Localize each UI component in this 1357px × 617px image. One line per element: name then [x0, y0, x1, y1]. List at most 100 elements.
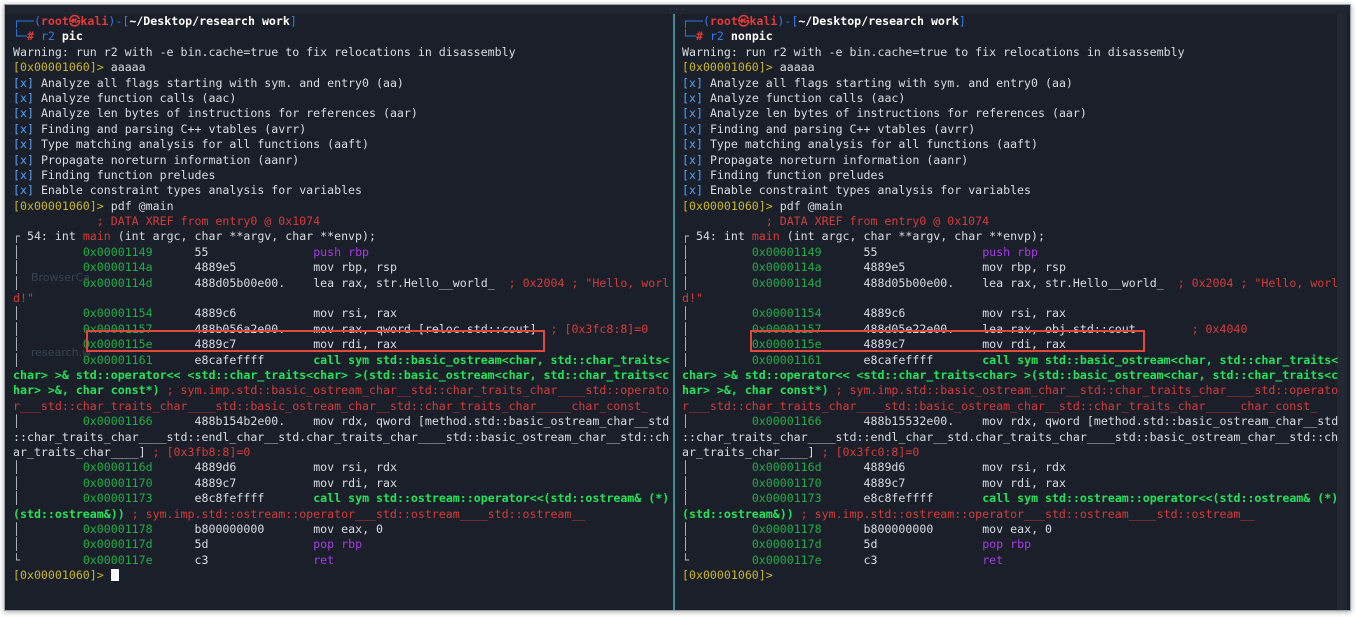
analysis-text: Analyze function calls (aac): [40, 90, 237, 105]
asm-line: │ 0x00001173 e8c8feffff call sym std::os…: [682, 491, 1342, 506]
analysis-line: [x] Analyze all flags starting with sym.…: [13, 76, 673, 91]
bracket: [: [682, 137, 689, 152]
prompt-frame: )-[: [108, 14, 130, 28]
analysis-line: [x] Analyze function calls (aac): [682, 91, 1342, 106]
r2-prompt: [0x00001060]>: [13, 198, 104, 213]
asm-address: 0x00001178: [751, 521, 822, 536]
analysis-text: Enable constraint types analysis for var…: [709, 183, 1032, 198]
right-terminal-pane[interactable]: ┌──(root㉿kali)-[~/Desktop/research work]…: [678, 14, 1342, 610]
pane-divider[interactable]: [673, 14, 675, 610]
call-symbol-wrap: char> >& std::operator<< <std::char_trai…: [13, 367, 670, 382]
warning-line: Warning: run r2 with -e bin.cache=true t…: [13, 45, 673, 60]
warning-line: Warning: run r2 with -e bin.cache=true t…: [682, 45, 1342, 60]
frame-border: │: [13, 537, 20, 552]
asm-bytes: 4889c6: [194, 306, 237, 321]
bracket: ]: [26, 183, 41, 198]
asm-wrap-text: ar_traits_char____]: [13, 444, 146, 459]
bracket: ]: [26, 137, 41, 152]
asm-address: 0x00001154: [82, 306, 153, 321]
asm-address: 0x00001154: [751, 306, 822, 321]
asm-instruction: mov rsi, rax: [982, 306, 1066, 321]
analysis-line: [x] Propagate noreturn information (aanr…: [682, 153, 1342, 168]
command-arg: nonpic: [730, 29, 773, 44]
asm-bytes: 4889c7: [194, 475, 237, 490]
shell-command: └─# r2 pic: [13, 29, 673, 44]
frame-border: │: [682, 260, 689, 275]
asm-line: │ 0x0000117d 5d pop rbp: [13, 537, 673, 552]
check-mark: x: [19, 152, 27, 167]
bracket: [: [13, 90, 20, 105]
call-symbol-wrap: har> >&, char const*): [13, 383, 160, 398]
frame-border: │: [13, 460, 20, 475]
asm-instruction: mov rdi, rax: [313, 475, 397, 490]
asm-instruction: mov rdx, qword [method.std::basic_ostrea…: [982, 414, 1339, 429]
asm-bytes: 488d05b00e00.: [194, 275, 286, 290]
analysis-line: [x] Analyze function calls (aac): [13, 91, 673, 106]
asm-comment: ; [0x3fc0:8]=0: [814, 444, 920, 459]
frame-border: │: [682, 306, 689, 321]
bracket: [: [682, 183, 689, 198]
analysis-text: Enable constraint types analysis for var…: [40, 183, 363, 198]
analysis-text: Analyze len bytes of instructions for re…: [709, 106, 1087, 121]
title-bar: ···: [5, 5, 1350, 14]
r2-command-text: pdf @main: [772, 198, 843, 213]
frame-border: │: [682, 491, 689, 506]
frame-border: │: [682, 537, 689, 552]
asm-comment-wrap: d!": [682, 291, 1342, 306]
frame-border: │: [13, 275, 20, 290]
prompt-frame: ]: [289, 14, 297, 28]
bracket: [: [682, 90, 689, 105]
analysis-text: Finding and parsing C++ vtables (avrr): [40, 121, 307, 136]
bracket: ]: [26, 121, 41, 136]
final-prompt: [0x00001060]>: [682, 568, 1342, 583]
bracket: ]: [695, 167, 710, 182]
register: rbp: [1017, 244, 1039, 259]
asm-comment-wrap-text: d!": [13, 291, 34, 306]
asm-bytes: 4889e5: [194, 260, 237, 275]
bracket: ]: [695, 106, 710, 121]
call-wrap: r___std::char_traits_char____std::basic_…: [13, 399, 673, 414]
asm-bytes: b800000000: [863, 521, 934, 536]
asm-instruction: mov rsi, rdx: [313, 460, 397, 475]
left-terminal-pane[interactable]: ┌──(root㉿kali)-[~/Desktop/research work]…: [9, 14, 673, 610]
frame-border: │: [13, 352, 20, 367]
asm-address: 0x00001166: [82, 414, 153, 429]
asm-instruction: push rbp: [313, 245, 369, 259]
asm-comment: ; 0x4040: [1191, 321, 1248, 336]
frame-border: │: [13, 521, 20, 536]
highlight-box-reloc-cout: [86, 330, 545, 352]
r2-command-text: pdf @main: [103, 198, 174, 213]
bracket: ]: [695, 121, 710, 136]
call-comment-wrap: r___std::char_traits_char____std::basic_…: [13, 398, 649, 413]
asm-instruction: lea rax, str.Hello__world_: [313, 275, 495, 290]
asm-wrap: ::char_traits_char____std::endl_char__st…: [682, 430, 1342, 445]
prompt-frame: └─: [682, 29, 696, 44]
mnemonic: push: [313, 244, 349, 259]
